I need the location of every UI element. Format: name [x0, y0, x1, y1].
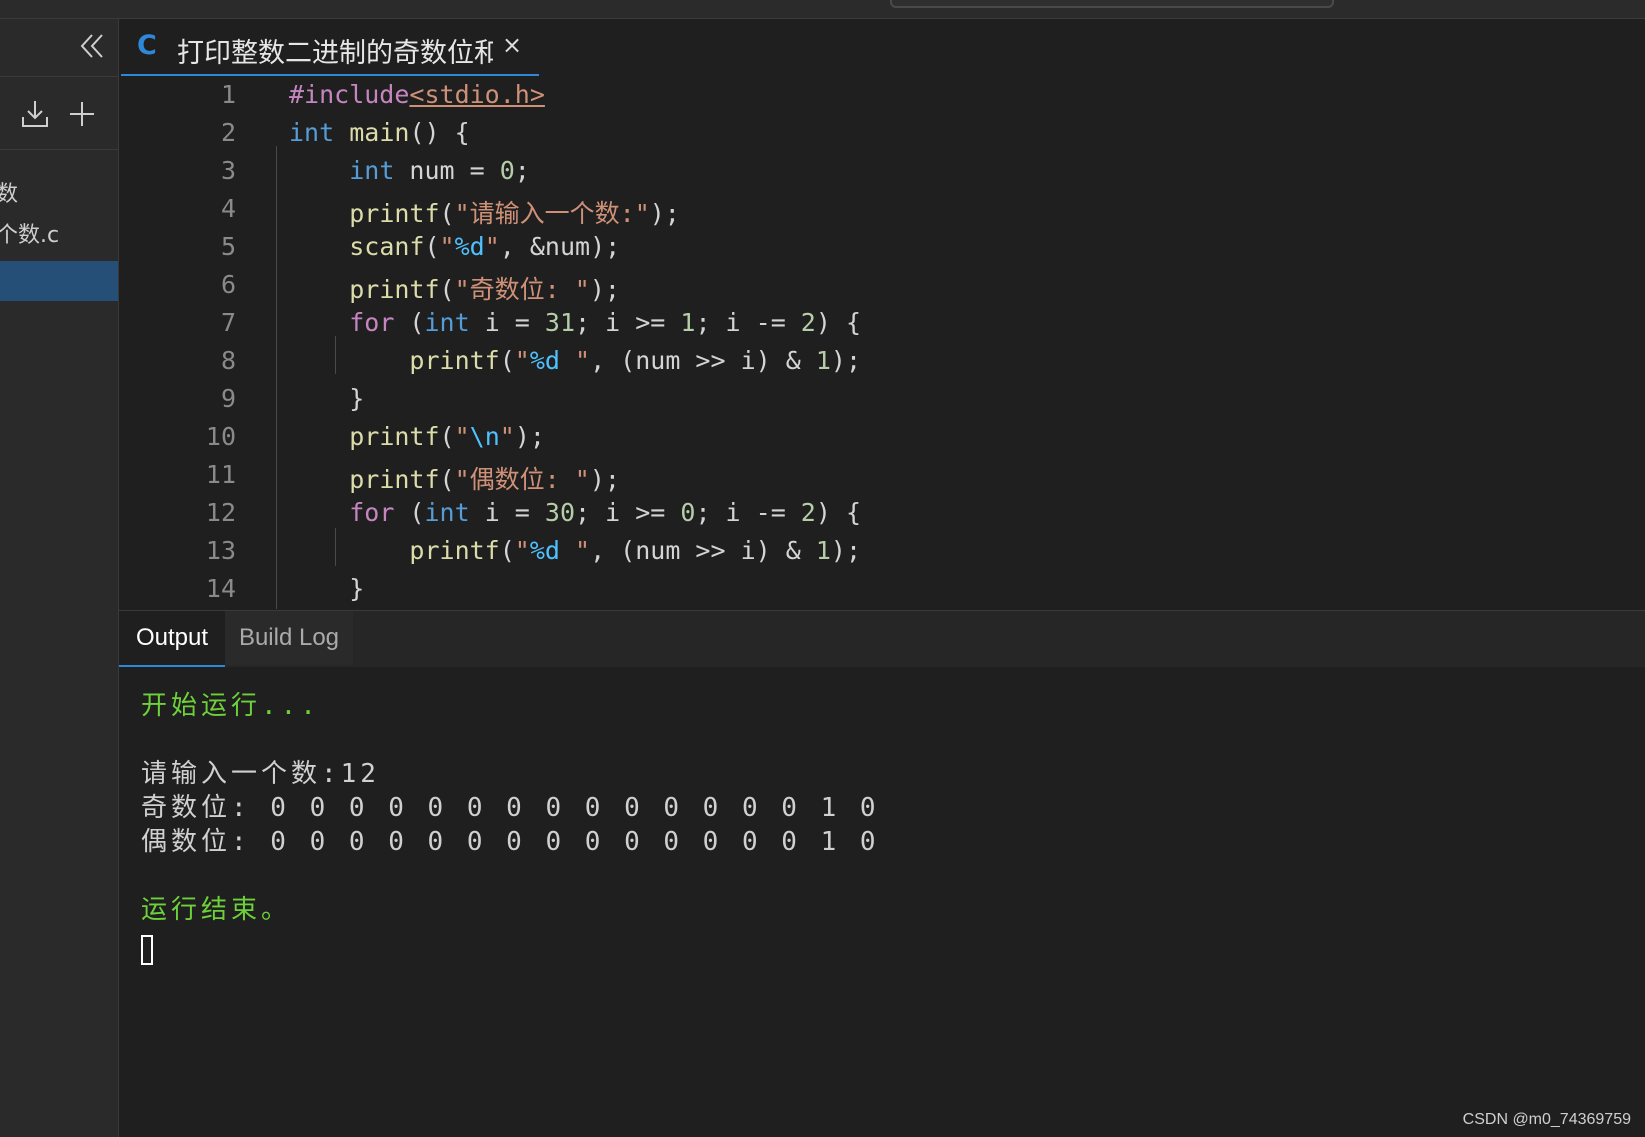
- line-number: 9: [220, 384, 236, 413]
- code-line: 12 for (int i = 30; i >= 0; i -= 2) {: [119, 494, 1645, 534]
- code-text: #include<stdio.h>: [289, 80, 545, 109]
- code-text: printf("\n");: [349, 422, 545, 451]
- code-text: printf("偶数位: ");: [349, 465, 620, 494]
- code-line: 4 printf("请输入一个数:");: [119, 190, 1645, 230]
- code-line: 9 }: [119, 380, 1645, 420]
- code-text: int main() {: [289, 118, 470, 147]
- code-line: 10 printf("\n");: [119, 418, 1645, 458]
- code-editor[interactable]: 1 #include<stdio.h> 2 int main() { 3 int…: [119, 76, 1645, 609]
- code-text: int num = 0;: [349, 156, 530, 185]
- tab-build-log[interactable]: Build Log: [225, 611, 353, 665]
- code-line: 8 printf("%d ", (num >> i) & 1);: [119, 342, 1645, 382]
- editor-tab-bar: C 打印整数二进制的奇数位和偶数位.c ×: [119, 19, 1645, 77]
- sidebar-toolbar: [0, 76, 118, 150]
- file-item[interactable]: 个数.c: [0, 217, 59, 249]
- file-explorer-sidebar: 数 个数.c: [0, 19, 119, 1137]
- code-text: scanf("%d", &num);: [349, 232, 621, 261]
- code-text: }: [289, 384, 365, 413]
- watermark: CSDN @m0_74369759: [1462, 1111, 1631, 1128]
- tab-title: 打印整数二进制的奇数位和偶数位.c: [177, 38, 493, 69]
- code-text: }: [289, 574, 365, 603]
- command-search-box[interactable]: [890, 0, 1334, 8]
- code-line: 5 scanf("%d", &num);: [119, 228, 1645, 268]
- c-language-icon: C: [137, 30, 157, 61]
- code-line: 3 int num = 0;: [119, 152, 1645, 192]
- panel-tab-bar: Output Build Log: [119, 610, 1645, 668]
- output-start-line: 开始运行...: [141, 691, 320, 721]
- line-number: 7: [220, 308, 236, 337]
- selected-tree-item[interactable]: [0, 261, 118, 301]
- output-even-line: 偶数位: 0 0 0 0 0 0 0 0 0 0 0 0 0 0 1 0: [141, 827, 880, 857]
- output-prompt-line: 请输入一个数:12: [141, 759, 380, 789]
- code-line: 13 printf("%d ", (num >> i) & 1);: [119, 532, 1645, 572]
- tab-current-file[interactable]: C 打印整数二进制的奇数位和偶数位.c ×: [121, 19, 539, 77]
- output-odd-line: 奇数位: 0 0 0 0 0 0 0 0 0 0 0 0 0 0 1 0: [141, 793, 880, 823]
- code-text: for (int i = 30; i >= 0; i -= 2) {: [349, 498, 862, 527]
- line-number: 4: [220, 194, 236, 223]
- line-number: 8: [220, 346, 236, 375]
- code-line: 11 printf("偶数位: ");: [119, 456, 1645, 496]
- download-icon[interactable]: [18, 97, 52, 131]
- code-line: 14 }: [119, 570, 1645, 609]
- tab-output[interactable]: Output: [119, 611, 225, 668]
- line-number: 13: [205, 536, 236, 565]
- line-number: 1: [220, 80, 236, 109]
- terminal-cursor: [141, 935, 153, 965]
- line-number: 12: [205, 498, 236, 527]
- code-text: printf("%d ", (num >> i) & 1);: [409, 536, 862, 565]
- line-number: 14: [205, 574, 236, 603]
- code-line: 2 int main() {: [119, 114, 1645, 154]
- title-bar: [0, 0, 1645, 19]
- line-number: 3: [220, 156, 236, 185]
- code-text: printf("%d ", (num >> i) & 1);: [409, 346, 862, 375]
- line-number: 10: [205, 422, 236, 451]
- code-text: printf("请输入一个数:");: [349, 199, 680, 228]
- line-number: 11: [205, 460, 236, 489]
- code-line: 1 #include<stdio.h>: [119, 76, 1645, 116]
- line-number: 5: [220, 232, 236, 261]
- close-icon[interactable]: ×: [502, 31, 522, 59]
- code-text: printf("奇数位: ");: [349, 275, 620, 304]
- output-console[interactable]: 开始运行... 请输入一个数:12 奇数位: 0 0 0 0 0 0 0 0 0…: [119, 667, 1645, 1137]
- code-line: 7 for (int i = 31; i >= 1; i -= 2) {: [119, 304, 1645, 344]
- code-text: for (int i = 31; i >= 1; i -= 2) {: [349, 308, 862, 337]
- folder-item[interactable]: 数: [0, 176, 18, 208]
- code-line: 6 printf("奇数位: ");: [119, 266, 1645, 306]
- collapse-sidebar-icon[interactable]: [78, 31, 108, 61]
- line-number: 2: [220, 118, 236, 147]
- output-end-line: 运行结束。: [141, 895, 292, 925]
- line-number: 6: [220, 270, 236, 299]
- new-file-icon[interactable]: [65, 97, 99, 131]
